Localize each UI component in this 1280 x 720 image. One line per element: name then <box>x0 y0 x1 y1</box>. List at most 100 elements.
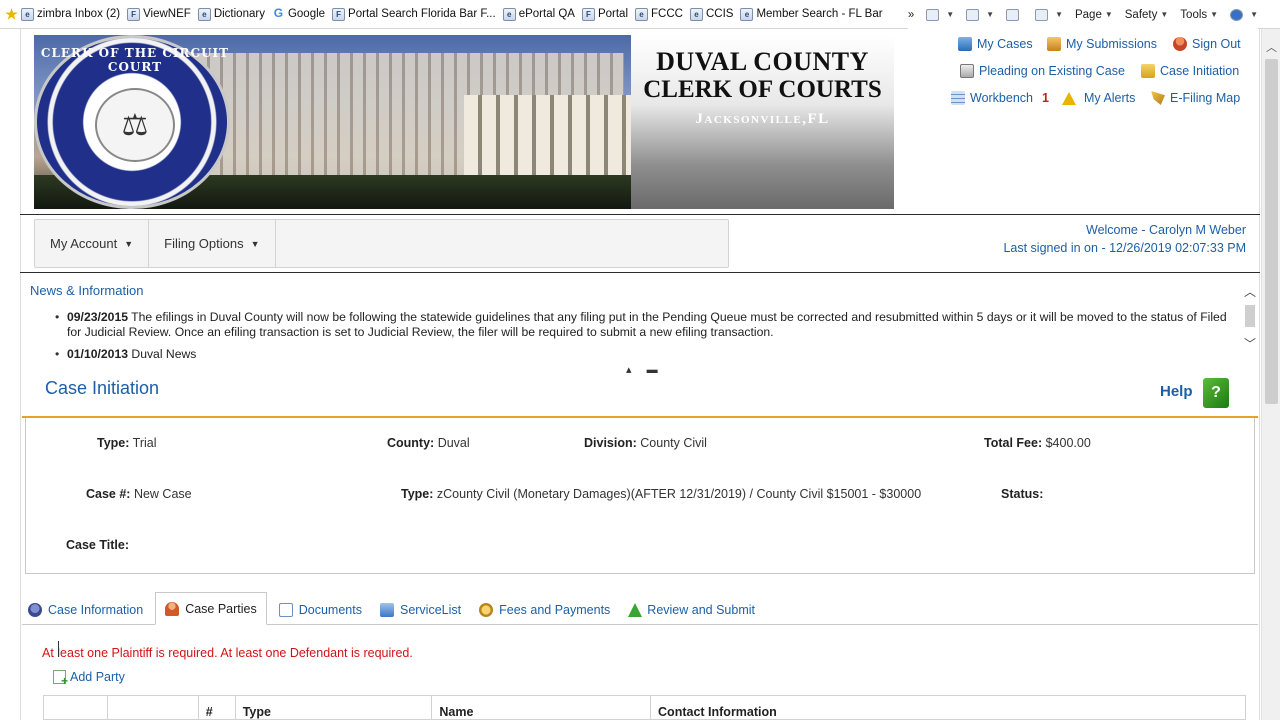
favorite-item[interactable]: e Dictionary <box>197 7 265 21</box>
help-book-icon[interactable]: ? <box>1203 378 1229 408</box>
filing-options-menu[interactable]: Filing Options ▼ <box>149 220 276 267</box>
column-header[interactable]: Type <box>236 696 433 719</box>
column-header <box>108 696 199 719</box>
warning-icon <box>1062 91 1076 105</box>
feeds-button[interactable]: ▼ <box>966 8 994 21</box>
courthouse-photo: CLERK OF THE CIRCUIT COURT ⚖ <box>34 35 631 209</box>
chevron-right-icon[interactable]: » <box>908 9 914 21</box>
tab-case-information[interactable]: Case Information <box>22 595 149 625</box>
rss-icon <box>966 8 980 21</box>
parties-table-header: # Type Name Contact Information <box>43 695 1246 720</box>
justice-figure-icon: ⚖ <box>95 88 175 162</box>
workbench-count-badge: 1 <box>1042 91 1049 105</box>
welcome-panel: Welcome - Carolyn M Weber Last signed in… <box>1003 221 1246 257</box>
case-type-field: Type: Trial <box>97 436 157 450</box>
resize-grip-icon[interactable]: ▴ ▬ <box>626 363 664 376</box>
tab-fees-payments[interactable]: Fees and Payments <box>473 595 616 625</box>
help-link[interactable]: Help <box>1160 383 1193 400</box>
caret-down-icon: ▼ <box>250 238 260 249</box>
sign-out-link[interactable]: Sign Out <box>1173 37 1241 51</box>
status-field: Status: <box>1001 487 1044 501</box>
news-item: 01/10/2013 Duval News <box>55 347 1238 362</box>
favorite-item[interactable]: e ePortal QA <box>502 7 575 21</box>
case-tabs: Case Information Case Parties Documents … <box>22 592 767 625</box>
case-info-icon <box>28 603 42 617</box>
my-cases-link[interactable]: My Cases <box>958 37 1033 51</box>
fees-icon <box>479 603 494 617</box>
news-list: 09/23/2015 The efilings in Duval County … <box>55 310 1238 369</box>
news-title: News & Information <box>30 283 144 298</box>
favorite-item[interactable]: G Google <box>272 7 325 21</box>
case-initiation-link[interactable]: Case Initiation <box>1141 64 1239 78</box>
page-menu[interactable]: Page ▼ <box>1075 9 1113 21</box>
tab-case-parties[interactable]: Case Parties <box>155 592 267 625</box>
pleading-existing-case-link[interactable]: Pleading on Existing Case <box>960 64 1125 78</box>
my-alerts-link[interactable]: My Alerts <box>1062 91 1135 105</box>
clerk-seal-logo: CLERK OF THE CIRCUIT COURT ⚖ <box>34 35 230 209</box>
help-menu[interactable]: ▼ <box>1230 8 1258 21</box>
favorite-item[interactable]: e CCIS <box>689 7 733 21</box>
total-fee-field: Total Fee: $400.00 <box>984 436 1091 450</box>
cases-icon <box>958 37 972 51</box>
add-party-button[interactable]: Add Party <box>53 670 125 688</box>
print-button[interactable]: ▼ <box>1035 8 1063 21</box>
text-cursor <box>58 641 59 657</box>
scroll-thumb[interactable] <box>1265 59 1278 404</box>
user-signout-icon <box>1173 37 1187 51</box>
tab-servicelist[interactable]: ServiceList <box>374 595 467 625</box>
main-menu-bar: My Account ▼ Filing Options ▼ <box>34 219 729 268</box>
tab-documents[interactable]: Documents <box>273 595 368 625</box>
efiling-map-link[interactable]: E-Filing Map <box>1151 91 1240 105</box>
case-subtype-field: Type: zCounty Civil (Monetary Damages)(A… <box>401 487 922 501</box>
page-title: Case Initiation <box>45 378 160 398</box>
news-scroll-thumb[interactable] <box>1245 305 1255 327</box>
florida-map-icon <box>1151 91 1165 105</box>
tools-menu[interactable]: Tools ▼ <box>1180 9 1218 21</box>
banner-title: DUVAL COUNTY CLERK OF COURTS Jacksonvill… <box>631 35 894 209</box>
safety-menu[interactable]: Safety ▼ <box>1125 9 1169 21</box>
chevron-down-icon[interactable]: ﹀ <box>1244 335 1256 352</box>
news-date: 01/10/2013 <box>67 347 128 361</box>
caret-down-icon: ▼ <box>124 238 134 249</box>
chevron-up-icon[interactable]: ︿ <box>1244 283 1256 300</box>
favorite-item[interactable]: F ViewNEF <box>127 7 191 21</box>
favorite-item[interactable]: e zimbra Inbox (2) <box>21 7 120 21</box>
ie-command-bar: » ▼ ▼ ▼ Page ▼ Safety ▼ Tools ▼ ▼ <box>907 0 1258 29</box>
mail-button[interactable] <box>1006 8 1023 21</box>
column-header[interactable]: # <box>199 696 236 719</box>
case-number-field: Case #: New Case <box>86 487 192 501</box>
my-account-menu[interactable]: My Account ▼ <box>35 220 150 267</box>
news-item: 09/23/2015 The efilings in Duval County … <box>55 310 1238 340</box>
column-header[interactable]: Name <box>432 696 652 719</box>
news-text: The efilings in Duval County will now be… <box>67 310 1227 339</box>
case-title-field: Case Title: <box>66 538 129 552</box>
favorite-item[interactable]: e FCCC <box>635 7 683 21</box>
case-parties-icon <box>165 601 180 616</box>
favorite-item[interactable]: F Portal Search Florida Bar F... <box>332 7 496 21</box>
column-header[interactable]: Contact Information <box>651 696 1245 719</box>
add-icon <box>53 670 68 688</box>
home-button[interactable]: ▼ <box>926 8 954 21</box>
tab-review-submit[interactable]: Review and Submit <box>622 595 761 625</box>
ie-page-icon: e <box>635 7 648 21</box>
my-submissions-link[interactable]: My Submissions <box>1047 37 1157 51</box>
favorite-item[interactable]: F Portal <box>581 7 628 21</box>
ie-page-icon: e <box>502 7 516 21</box>
news-scrollbar[interactable]: ︿ ﹀ <box>1242 283 1258 357</box>
header-banner: CLERK OF THE CIRCUIT COURT ⚖ DUVAL COUNT… <box>34 35 894 209</box>
favorite-item[interactable]: e Member Search - FL Bar <box>740 7 883 21</box>
fcc-icon: F <box>332 7 346 21</box>
scroll-up-icon[interactable]: ︿ <box>1262 39 1280 55</box>
header-divider <box>20 214 1260 215</box>
ie-page-icon: e <box>740 7 754 21</box>
servicelist-icon <box>379 603 394 617</box>
pleading-icon <box>960 64 974 78</box>
mail-icon <box>1006 8 1020 21</box>
welcome-user: Welcome - Carolyn M Weber <box>1086 223 1246 237</box>
window-scrollbar[interactable]: ︿ <box>1261 29 1280 720</box>
workbench-link[interactable]: Workbench 1 <box>951 91 1049 105</box>
fcc-icon: F <box>127 7 141 21</box>
ie-page-icon: e <box>689 7 703 21</box>
news-text: Duval News <box>128 347 197 361</box>
favorites-star-icon[interactable]: ★ <box>5 7 18 21</box>
